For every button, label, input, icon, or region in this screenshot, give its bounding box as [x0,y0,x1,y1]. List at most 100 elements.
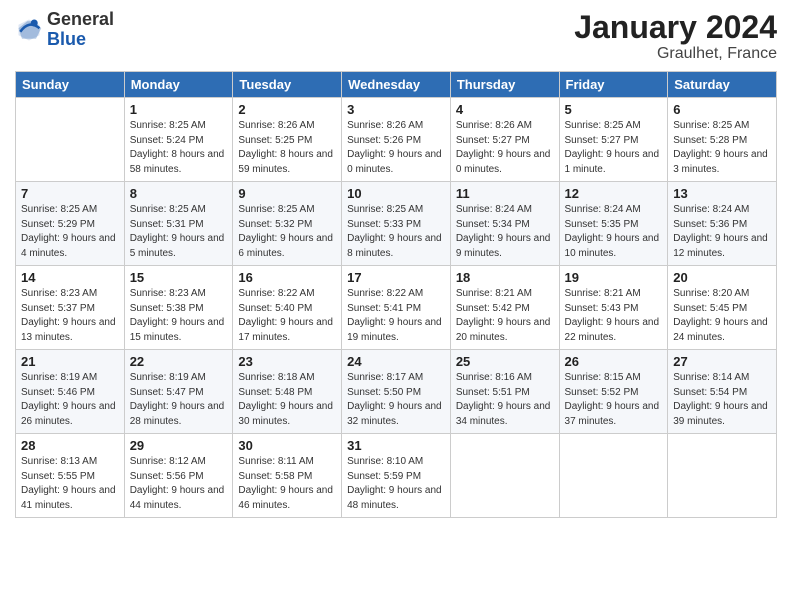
calendar-cell: 8 Sunrise: 8:25 AMSunset: 5:31 PMDaylight… [124,182,233,266]
day-number: 5 [565,102,663,117]
calendar-cell: 18 Sunrise: 8:21 AMSunset: 5:42 PMDayligh… [450,266,559,350]
day-info: Sunrise: 8:10 AMSunset: 5:59 PMDaylight:… [347,455,445,513]
title-block: January 2024 Graulhet, France [574,10,777,63]
day-info: Sunrise: 8:24 AMSunset: 5:34 PMDaylight:… [456,203,554,261]
day-number: 12 [565,186,663,201]
week-row-3: 14 Sunrise: 8:23 AMSunset: 5:37 PMDayligh… [16,266,777,350]
day-info: Sunrise: 8:25 AMSunset: 5:28 PMDaylight:… [673,119,771,177]
calendar-cell: 29Sunrise: 8:12 AMSunset: 5:56 PMDayligh… [124,434,233,518]
day-number: 24 [347,354,445,369]
calendar-cell: 31 Sunrise: 8:10 AMSunset: 5:59 PMDayligh… [342,434,451,518]
calendar-cell: 22 Sunrise: 8:19 AMSunset: 5:47 PMDayligh… [124,350,233,434]
day-info: Sunrise: 8:11 AMSunset: 5:58 PMDaylight:… [238,455,336,513]
calendar-cell: 30Sunrise: 8:11 AMSunset: 5:58 PMDayligh… [233,434,342,518]
calendar-cell: 12Sunrise: 8:24 AMSunset: 5:35 PMDayligh… [559,182,668,266]
day-number: 16 [238,270,336,285]
day-number: 4 [456,102,554,117]
header-day-wednesday: Wednesday [342,72,451,98]
day-number: 14 [21,270,119,285]
logo-text: General Blue [47,10,114,50]
day-info: Sunrise: 8:22 AMSunset: 5:41 PMDaylight:… [347,287,445,345]
day-number: 10 [347,186,445,201]
calendar-cell: 24 Sunrise: 8:17 AMSunset: 5:50 PMDayligh… [342,350,451,434]
calendar-cell: 1Sunrise: 8:25 AMSunset: 5:24 PMDaylight… [124,98,233,182]
day-info: Sunrise: 8:16 AMSunset: 5:51 PMDaylight:… [456,371,554,429]
week-row-5: 28Sunrise: 8:13 AMSunset: 5:55 PMDayligh… [16,434,777,518]
day-number: 26 [565,354,663,369]
header-day-monday: Monday [124,72,233,98]
day-number: 22 [130,354,228,369]
header-day-friday: Friday [559,72,668,98]
day-number: 27 [673,354,771,369]
day-info: Sunrise: 8:24 AMSunset: 5:36 PMDaylight:… [673,203,771,261]
day-number: 8 [130,186,228,201]
calendar-cell [559,434,668,518]
calendar-cell: 4 Sunrise: 8:26 AMSunset: 5:27 PMDaylight… [450,98,559,182]
day-info: Sunrise: 8:20 AMSunset: 5:45 PMDaylight:… [673,287,771,345]
day-number: 15 [130,270,228,285]
calendar-cell: 13 Sunrise: 8:24 AMSunset: 5:36 PMDayligh… [668,182,777,266]
calendar-title: January 2024 [574,10,777,45]
day-info: Sunrise: 8:13 AMSunset: 5:55 PMDaylight:… [21,455,119,513]
header-row: SundayMondayTuesdayWednesdayThursdayFrid… [16,72,777,98]
calendar-subtitle: Graulhet, France [574,45,777,63]
header-day-saturday: Saturday [668,72,777,98]
calendar-cell: 6Sunrise: 8:25 AMSunset: 5:28 PMDaylight… [668,98,777,182]
calendar-cell: 7 Sunrise: 8:25 AMSunset: 5:29 PMDaylight… [16,182,125,266]
calendar-cell: 15Sunrise: 8:23 AMSunset: 5:38 PMDayligh… [124,266,233,350]
day-info: Sunrise: 8:17 AMSunset: 5:50 PMDaylight:… [347,371,445,429]
calendar-cell: 23 Sunrise: 8:18 AMSunset: 5:48 PMDayligh… [233,350,342,434]
calendar-cell: 2Sunrise: 8:26 AMSunset: 5:25 PMDaylight… [233,98,342,182]
calendar-cell: 17 Sunrise: 8:22 AMSunset: 5:41 PMDayligh… [342,266,451,350]
day-info: Sunrise: 8:21 AMSunset: 5:43 PMDaylight:… [565,287,663,345]
day-info: Sunrise: 8:25 AMSunset: 5:29 PMDaylight:… [21,203,119,261]
day-number: 31 [347,438,445,453]
week-row-2: 7 Sunrise: 8:25 AMSunset: 5:29 PMDaylight… [16,182,777,266]
calendar-cell: 14 Sunrise: 8:23 AMSunset: 5:37 PMDayligh… [16,266,125,350]
calendar-cell: 20Sunrise: 8:20 AMSunset: 5:45 PMDayligh… [668,266,777,350]
day-number: 2 [238,102,336,117]
day-info: Sunrise: 8:21 AMSunset: 5:42 PMDaylight:… [456,287,554,345]
calendar-cell: 19Sunrise: 8:21 AMSunset: 5:43 PMDayligh… [559,266,668,350]
day-info: Sunrise: 8:25 AMSunset: 5:31 PMDaylight:… [130,203,228,261]
day-number: 23 [238,354,336,369]
day-number: 3 [347,102,445,117]
day-number: 18 [456,270,554,285]
calendar-cell: 26Sunrise: 8:15 AMSunset: 5:52 PMDayligh… [559,350,668,434]
day-number: 7 [21,186,119,201]
calendar-cell: 3Sunrise: 8:26 AMSunset: 5:26 PMDaylight… [342,98,451,182]
day-info: Sunrise: 8:25 AMSunset: 5:24 PMDaylight:… [130,119,228,177]
logo-icon [15,16,43,44]
logo: General Blue [15,10,114,50]
calendar-cell: 11 Sunrise: 8:24 AMSunset: 5:34 PMDayligh… [450,182,559,266]
day-info: Sunrise: 8:12 AMSunset: 5:56 PMDaylight:… [130,455,228,513]
day-info: Sunrise: 8:14 AMSunset: 5:54 PMDaylight:… [673,371,771,429]
header: General Blue January 2024 Graulhet, Fran… [15,10,777,63]
calendar-cell: 9Sunrise: 8:25 AMSunset: 5:32 PMDaylight… [233,182,342,266]
day-info: Sunrise: 8:25 AMSunset: 5:27 PMDaylight:… [565,119,663,177]
day-info: Sunrise: 8:22 AMSunset: 5:40 PMDaylight:… [238,287,336,345]
day-number: 13 [673,186,771,201]
day-number: 21 [21,354,119,369]
day-number: 9 [238,186,336,201]
day-info: Sunrise: 8:19 AMSunset: 5:46 PMDaylight:… [21,371,119,429]
day-number: 11 [456,186,554,201]
header-day-thursday: Thursday [450,72,559,98]
calendar-cell: 5 Sunrise: 8:25 AMSunset: 5:27 PMDaylight… [559,98,668,182]
calendar-cell [668,434,777,518]
day-info: Sunrise: 8:18 AMSunset: 5:48 PMDaylight:… [238,371,336,429]
calendar-cell: 16 Sunrise: 8:22 AMSunset: 5:40 PMDayligh… [233,266,342,350]
day-number: 17 [347,270,445,285]
calendar-cell: 10 Sunrise: 8:25 AMSunset: 5:33 PMDayligh… [342,182,451,266]
day-info: Sunrise: 8:26 AMSunset: 5:27 PMDaylight:… [456,119,554,177]
calendar-cell: 28Sunrise: 8:13 AMSunset: 5:55 PMDayligh… [16,434,125,518]
day-info: Sunrise: 8:25 AMSunset: 5:33 PMDaylight:… [347,203,445,261]
day-info: Sunrise: 8:23 AMSunset: 5:37 PMDaylight:… [21,287,119,345]
day-number: 25 [456,354,554,369]
calendar-cell [16,98,125,182]
calendar-cell: 27 Sunrise: 8:14 AMSunset: 5:54 PMDayligh… [668,350,777,434]
header-day-sunday: Sunday [16,72,125,98]
day-info: Sunrise: 8:19 AMSunset: 5:47 PMDaylight:… [130,371,228,429]
calendar-cell: 21 Sunrise: 8:19 AMSunset: 5:46 PMDayligh… [16,350,125,434]
header-day-tuesday: Tuesday [233,72,342,98]
